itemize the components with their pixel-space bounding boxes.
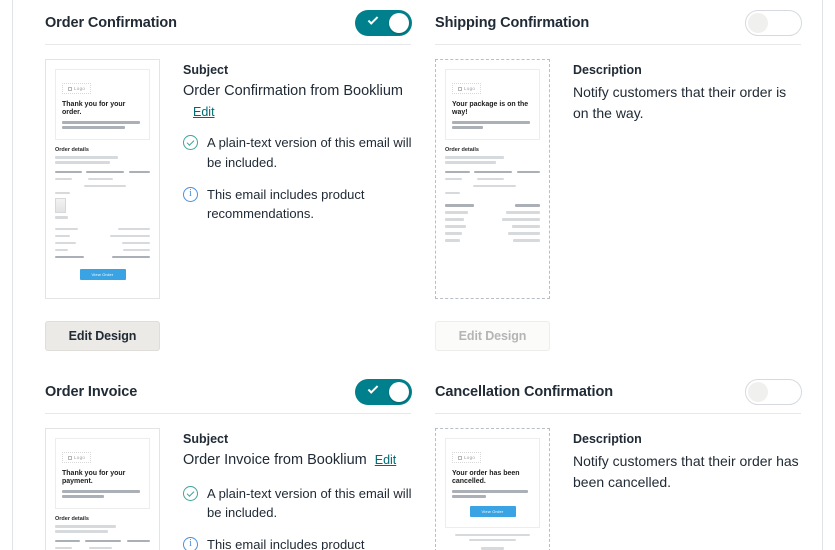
card-title: Order Confirmation bbox=[45, 15, 177, 31]
card-body: Logo Your order has been cancelled. View… bbox=[435, 414, 802, 550]
preview-cta-button: View Order bbox=[79, 268, 126, 280]
toggle-order-confirmation[interactable] bbox=[355, 10, 412, 36]
card-row-2: Order Invoice Logo Thank you for your pa… bbox=[45, 369, 835, 550]
preview-logo-placeholder: Logo bbox=[452, 452, 482, 463]
subject-value: Order Invoice from Booklium Edit bbox=[183, 451, 412, 471]
preview-logo-placeholder: Logo bbox=[452, 83, 482, 94]
toggle-knob bbox=[748, 13, 768, 33]
edit-design-button-order-confirmation[interactable]: Edit Design bbox=[45, 321, 160, 351]
info-circle-icon bbox=[183, 186, 198, 202]
note-text: A plain-text version of this email will … bbox=[207, 135, 412, 170]
toggle-knob bbox=[389, 13, 409, 33]
preview-section-heading: Order details bbox=[55, 516, 89, 523]
note-recommendations: This email includes product recommendati… bbox=[183, 535, 412, 550]
card-cancellation-confirmation: Cancellation Confirmation Logo Your orde… bbox=[435, 369, 825, 550]
card-header: Order Confirmation bbox=[45, 0, 412, 40]
preview-heading: Thank you for your payment. bbox=[62, 470, 126, 486]
note-plain-text: A plain-text version of this email will … bbox=[183, 484, 412, 522]
card-shipping-confirmation: Shipping Confirmation Logo Your package … bbox=[435, 0, 825, 351]
toggle-knob bbox=[748, 382, 768, 402]
card-title: Order Invoice bbox=[45, 384, 138, 400]
page-border-left bbox=[12, 0, 13, 550]
toggle-order-invoice[interactable] bbox=[355, 379, 412, 405]
edit-subject-link[interactable]: Edit bbox=[375, 453, 397, 467]
preview-logo-placeholder: Logo bbox=[62, 83, 92, 94]
preview-column: Logo Thank you for your order. Order det… bbox=[45, 59, 175, 351]
info-column: Description Notify customers that their … bbox=[565, 428, 802, 550]
info-column: Description Notify customers that their … bbox=[565, 59, 802, 351]
email-preview-thumbnail[interactable]: Logo Thank you for your payment. Order d… bbox=[45, 428, 160, 550]
card-order-invoice: Order Invoice Logo Thank you for your pa… bbox=[45, 369, 435, 550]
check-circle-icon bbox=[183, 135, 198, 151]
info-circle-icon bbox=[183, 537, 198, 550]
preview-heading: Your order has been cancelled. bbox=[452, 470, 520, 486]
card-body: Logo Thank you for your payment. Order d… bbox=[45, 414, 412, 550]
subject-text: Order Confirmation from Booklium bbox=[183, 83, 403, 99]
subject-label: Subject bbox=[183, 63, 229, 77]
note-text: This email includes product recommendati… bbox=[207, 186, 365, 222]
card-row-1: Order Confirmation Logo Thank you for yo… bbox=[45, 0, 835, 351]
card-title: Cancellation Confirmation bbox=[435, 384, 613, 400]
note-text: This email includes product recommendati… bbox=[207, 537, 365, 550]
card-body: Logo Your package is on the way! Order d… bbox=[435, 45, 802, 351]
description-text: Notify customers that their order is on … bbox=[573, 84, 787, 121]
check-circle-icon bbox=[183, 485, 198, 501]
preview-cta-button: View Order bbox=[469, 505, 516, 517]
subject-label: Subject bbox=[183, 432, 229, 446]
preview-logo-placeholder: Logo bbox=[62, 452, 92, 463]
card-header: Order Invoice bbox=[45, 369, 412, 409]
email-notifications-page: Order Confirmation Logo Thank you for yo… bbox=[0, 0, 835, 550]
toggle-shipping-confirmation[interactable] bbox=[745, 10, 802, 36]
subject-text: Order Invoice from Booklium bbox=[183, 452, 367, 468]
description-label: Description bbox=[573, 432, 642, 446]
description-text: Notify customers that their order has be… bbox=[573, 453, 799, 490]
check-icon bbox=[367, 14, 379, 25]
card-body: Logo Thank you for your order. Order det… bbox=[45, 45, 412, 351]
note-recommendations: This email includes product recommendati… bbox=[183, 185, 412, 223]
card-header: Cancellation Confirmation bbox=[435, 369, 802, 409]
preview-section-heading: Order details bbox=[55, 147, 89, 154]
edit-design-button-shipping-confirmation: Edit Design bbox=[435, 321, 550, 351]
card-order-confirmation: Order Confirmation Logo Thank you for yo… bbox=[45, 0, 435, 351]
email-preview-thumbnail: Logo Your order has been cancelled. View… bbox=[435, 428, 550, 550]
card-header: Shipping Confirmation bbox=[435, 0, 802, 40]
preview-column: Logo Your order has been cancelled. View… bbox=[435, 428, 565, 550]
preview-column: Logo Your package is on the way! Order d… bbox=[435, 59, 565, 351]
note-plain-text: A plain-text version of this email will … bbox=[183, 133, 412, 171]
check-icon bbox=[367, 383, 379, 394]
toggle-cancellation-confirmation[interactable] bbox=[745, 379, 802, 405]
preview-section-heading: Order details bbox=[445, 147, 479, 154]
note-text: A plain-text version of this email will … bbox=[207, 485, 412, 520]
info-column: Subject Order Confirmation from Booklium… bbox=[175, 59, 412, 351]
preview-heading: Thank you for your order. bbox=[62, 101, 126, 117]
preview-heading: Your package is on the way! bbox=[452, 101, 529, 117]
subject-value: Order Confirmation from Booklium Edit bbox=[183, 82, 412, 120]
edit-subject-link[interactable]: Edit bbox=[193, 104, 412, 121]
notification-cards-grid: Order Confirmation Logo Thank you for yo… bbox=[45, 0, 835, 550]
preview-column: Logo Thank you for your payment. Order d… bbox=[45, 428, 175, 550]
description-label: Description bbox=[573, 63, 642, 77]
card-title: Shipping Confirmation bbox=[435, 15, 590, 31]
toggle-knob bbox=[389, 382, 409, 402]
email-preview-thumbnail: Logo Your package is on the way! Order d… bbox=[435, 59, 550, 299]
email-preview-thumbnail[interactable]: Logo Thank you for your order. Order det… bbox=[45, 59, 160, 299]
info-column: Subject Order Invoice from Booklium Edit … bbox=[175, 428, 412, 550]
